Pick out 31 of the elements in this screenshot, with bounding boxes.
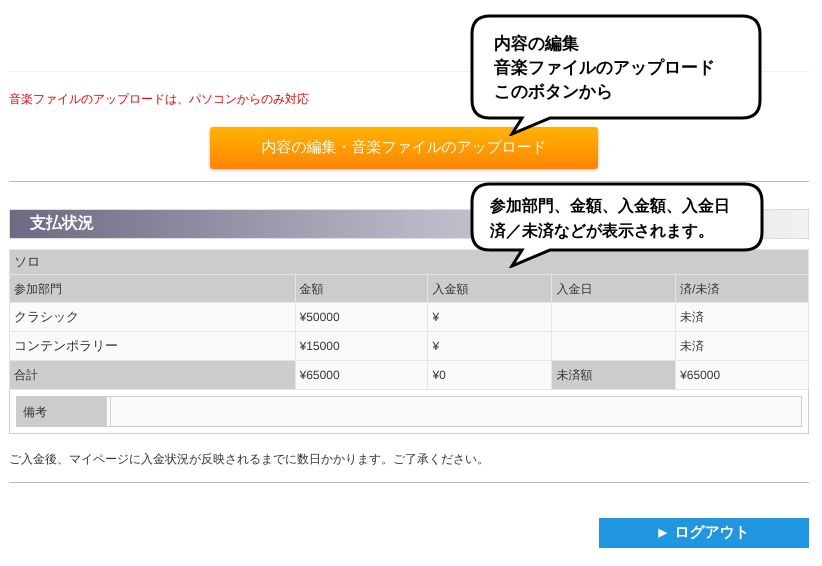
table-cell: クラシック [10, 302, 296, 332]
callout-text: 参加部門、金額、入金額、入金日 [490, 196, 730, 217]
total-label: 合計 [10, 360, 296, 390]
callout-text: 済／未済などが表示されます。 [490, 221, 715, 242]
column-header: 参加部門 [10, 274, 296, 302]
table-cell: ¥65000 [295, 360, 428, 390]
callout-text: 内容の編集 [494, 33, 580, 55]
table-cell: ¥65000 [676, 360, 808, 390]
table-cell: 未済 [676, 332, 808, 360]
table-cell: ¥ [428, 302, 552, 332]
play-icon: ▶ [658, 524, 666, 542]
table-cell: ¥15000 [295, 332, 428, 360]
table-cell: ¥ [428, 332, 552, 360]
remarks-label: 備考 [17, 397, 107, 426]
callout-text: 音楽ファイルのアップロード [494, 57, 715, 79]
callout-text: このボタンから [494, 81, 614, 103]
table-cell: ¥50000 [295, 302, 428, 332]
column-header: 入金額 [428, 274, 552, 302]
table-cell: 未済 [676, 302, 808, 332]
footnote-text: ご入金後、マイページに入金状況が反映されるまでに数日かかります。ご了承ください。 [9, 451, 490, 468]
group-header: ソロ [10, 250, 808, 274]
notice-text: 音楽ファイルのアップロードは、パソコンからのみ対応 [9, 91, 309, 108]
column-header: 金額 [295, 274, 428, 302]
column-header: 済/未済 [676, 274, 808, 302]
column-header: 入金日 [552, 274, 676, 302]
unpaid-label: 未済額 [552, 360, 676, 390]
logout-button[interactable]: ▶ ログアウト [599, 518, 809, 548]
edit-upload-button[interactable]: 内容の編集・音楽ファイルのアップロード [210, 127, 598, 169]
section-title: 支払状況 [30, 214, 94, 234]
table-cell: ¥0 [428, 360, 552, 390]
table-cell: コンテンポラリー [10, 332, 296, 360]
